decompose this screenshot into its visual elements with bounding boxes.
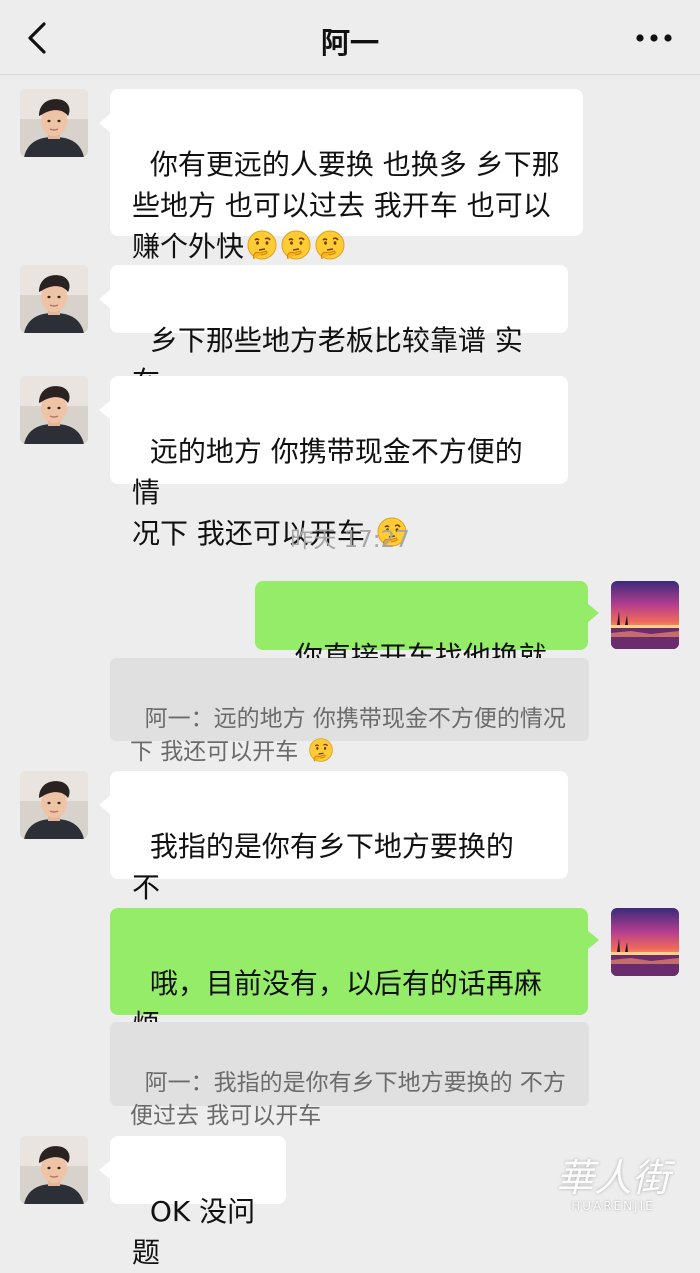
my-avatar[interactable]	[611, 581, 679, 649]
quoted-message[interactable]: 阿一：远的地方 你携带现金不方便的情况 下 我还可以开车	[110, 658, 589, 765]
watermark-subtext: HUARENJIE	[571, 1199, 655, 1213]
thinking-face-icon	[314, 229, 346, 261]
message-bubble[interactable]: 远的地方 你携带现金不方便的情 况下 我还可以开车	[99, 376, 568, 550]
more-dots-icon[interactable]	[634, 26, 674, 50]
contact-avatar[interactable]	[20, 89, 88, 157]
timestamp: 昨天 17:27	[290, 527, 410, 553]
quote-text: 阿一：远的地方 你携带现金不方便的情况 下 我还可以开车	[130, 706, 566, 765]
chat-title: 阿一	[320, 26, 379, 60]
outgoing-message-bubble[interactable]: 哦，目前没有，以后有的话再麻烦 你。或者让你直接开车去找他	[110, 908, 599, 1082]
message-bubble[interactable]: 你有更远的人要换 也换多 乡下那 些地方 也可以过去 我开车 也可以 赚个外快	[99, 89, 583, 263]
message-bubble[interactable]: 我指的是你有乡下地方要换的 不 方便过去 我可以开车	[99, 771, 568, 945]
outgoing-message-bubble[interactable]: 你直接开车找他换就行	[255, 581, 599, 714]
message-bubble[interactable]: 乡下那些地方老板比较靠谱 实在	[99, 265, 568, 398]
quoted-message[interactable]: 阿一：我指的是你有乡下地方要换的 不方 便过去 我可以开车	[110, 1022, 589, 1129]
my-avatar[interactable]	[611, 908, 679, 976]
quote-text: 阿一：我指的是你有乡下地方要换的 不方 便过去 我可以开车	[130, 1070, 566, 1129]
contact-avatar[interactable]	[20, 376, 88, 444]
watermark-logo: 華人街 HUARENJIE	[538, 1157, 688, 1217]
contact-avatar[interactable]	[20, 771, 88, 839]
thinking-face-icon	[280, 229, 312, 261]
nav-bar: 阿一	[0, 0, 700, 75]
contact-avatar[interactable]	[20, 1136, 88, 1204]
watermark-text: 華人街	[555, 1156, 670, 1200]
thinking-face-icon	[308, 737, 334, 763]
message-text: OK 没问题	[132, 1195, 256, 1269]
message-bubble[interactable]: OK 没问题	[99, 1136, 286, 1269]
contact-avatar[interactable]	[20, 265, 88, 333]
thinking-face-icon	[246, 229, 278, 261]
